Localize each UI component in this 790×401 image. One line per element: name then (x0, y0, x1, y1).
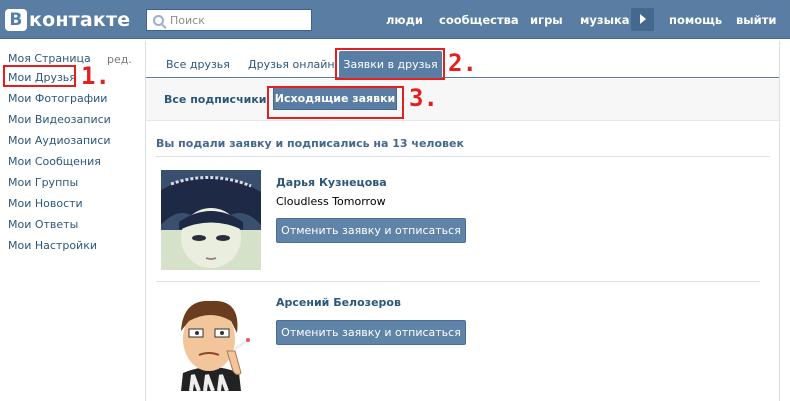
cancel-request-button[interactable]: Отменить заявку и отписаться (276, 320, 466, 345)
requests-subtabs: Все подписчики Исходящие заявки (146, 79, 779, 121)
sidebar-item-photos[interactable]: Мои Фотографии (8, 92, 107, 105)
user-status: Cloudless Tomorrow (276, 195, 386, 208)
subtab-all-followers[interactable]: Все подписчики (164, 93, 267, 106)
main-panel: Все друзья Друзья онлайн Заявки в друзья… (145, 41, 780, 401)
annotation-box-1 (3, 65, 76, 87)
sidebar-item-settings[interactable]: Мои Настройки (8, 239, 97, 252)
nav-music[interactable]: музыка (580, 13, 630, 27)
requests-summary-title: Вы подали заявку и подписались на 13 чел… (156, 137, 770, 157)
nav-help[interactable]: помощь (669, 13, 722, 27)
sidebar-item-my-page[interactable]: Моя Страница (8, 52, 91, 65)
tab-friends-online[interactable]: Друзья онлайн (248, 58, 335, 71)
cancel-request-button[interactable]: Отменить заявку и отписаться (276, 218, 466, 243)
annotation-box-2 (335, 48, 445, 80)
sidebar-item-messages[interactable]: Мои Сообщения (8, 155, 101, 168)
annotation-box-3 (267, 86, 404, 119)
vk-logo-text: контакте (29, 9, 131, 31)
nav-logout[interactable]: выйти (736, 13, 776, 27)
sidebar-item-audio[interactable]: Мои Аудиозаписи (8, 134, 111, 147)
user-avatar-image (161, 170, 261, 270)
user-avatar-image (161, 291, 261, 391)
search-input[interactable] (170, 13, 300, 27)
search-icon (153, 14, 164, 26)
sidebar-item-videos[interactable]: Мои Видеозаписи (8, 113, 111, 126)
divider (156, 281, 760, 282)
annotation-label-3: 3. (409, 84, 438, 112)
user-name[interactable]: Дарья Кузнецова (276, 176, 387, 189)
tab-all-friends[interactable]: Все друзья (166, 58, 230, 71)
sidebar-item-answers[interactable]: Мои Ответы (8, 218, 78, 231)
annotation-label-2: 2. (448, 49, 477, 77)
sidebar-item-groups[interactable]: Мои Группы (8, 176, 78, 189)
top-header: В контакте люди сообщества игры музыка п… (0, 0, 790, 39)
sidebar-edit-link[interactable]: ред. (107, 53, 132, 66)
annotation-label-1: 1. (81, 62, 110, 90)
nav-people[interactable]: люди (386, 13, 423, 27)
nav-communities[interactable]: сообщества (439, 13, 519, 27)
vk-logo-icon: В (5, 9, 27, 31)
music-play-icon[interactable] (631, 8, 654, 31)
nav-games[interactable]: игры (530, 13, 563, 27)
user-avatar[interactable] (161, 291, 261, 391)
user-avatar[interactable] (161, 170, 261, 270)
sidebar-item-news[interactable]: Мои Новости (8, 197, 83, 210)
search-box[interactable] (146, 9, 312, 31)
vk-logo[interactable]: В контакте (5, 8, 130, 32)
user-name[interactable]: Арсений Белозеров (276, 296, 401, 309)
